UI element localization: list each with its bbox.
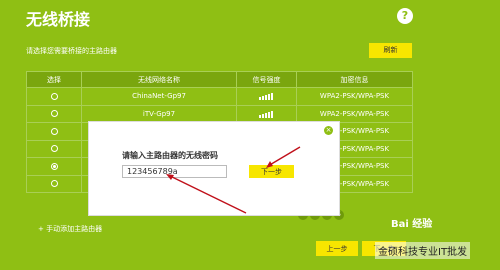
annotation-arrows xyxy=(166,146,301,214)
